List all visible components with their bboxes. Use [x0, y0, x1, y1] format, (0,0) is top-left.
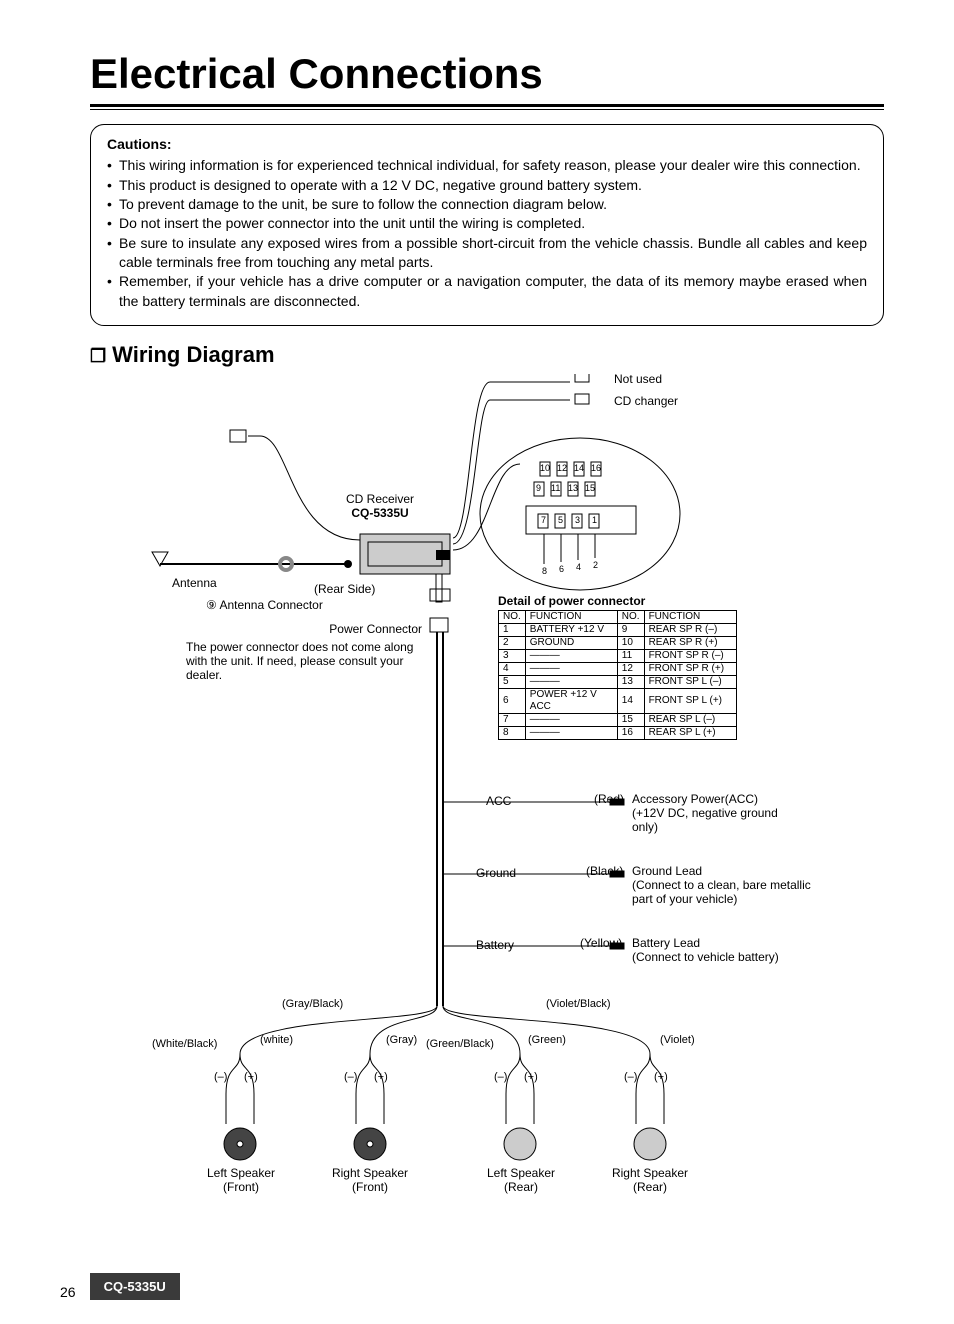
- color-gray: (Gray): [386, 1034, 417, 1046]
- power-connector-note: The power connector does not come along …: [186, 640, 420, 682]
- model-tag: CQ-5335U: [90, 1273, 180, 1300]
- svg-text:11: 11: [551, 483, 560, 493]
- page-title: Electrical Connections: [90, 50, 884, 98]
- not-used-label: Not used: [614, 372, 662, 386]
- svg-text:5: 5: [558, 515, 563, 525]
- caution-item: Remember, if your vehicle has a drive co…: [119, 272, 867, 311]
- color-white-black: (White/Black): [152, 1038, 217, 1050]
- caution-item: Do not insert the power connector into t…: [119, 214, 867, 233]
- wiring-svg: 10 12 14 16 9 11 13 15 7 5 3 1 8 6 4 2: [90, 374, 890, 1194]
- acc-desc: Accessory Power(ACC)(+12V DC, negative g…: [632, 792, 802, 834]
- rear-side-label: (Rear Side): [314, 582, 375, 596]
- antenna-connector-label: ⑨ Antenna Connector: [206, 598, 323, 612]
- svg-text:9: 9: [536, 483, 541, 493]
- page-number: 26: [60, 1284, 76, 1300]
- svg-text:7: 7: [541, 515, 546, 525]
- cd-changer-label: CD changer: [614, 394, 678, 408]
- svg-text:(–): (–): [344, 1071, 357, 1083]
- speaker-rr: Right Speaker(Rear): [610, 1166, 690, 1194]
- caution-item: To prevent damage to the unit, be sure t…: [119, 195, 867, 214]
- detail-heading: Detail of power connector: [498, 594, 645, 608]
- caution-item: Be sure to insulate any exposed wires fr…: [119, 234, 867, 273]
- color-violet: (Violet): [660, 1034, 695, 1046]
- acc-color: (Red): [594, 792, 624, 806]
- section-title: Wiring Diagram: [90, 342, 884, 368]
- caution-item: This product is designed to operate with…: [119, 176, 867, 195]
- ground-color: (Black): [586, 864, 623, 878]
- svg-text:3: 3: [575, 515, 580, 525]
- speaker-fr: Right Speaker(Front): [330, 1166, 410, 1194]
- cautions-list: •This wiring information is for experien…: [107, 156, 867, 311]
- svg-text:16: 16: [591, 463, 601, 473]
- detail-table: NO.FUNCTION NO.FUNCTION 1BATTERY +12 V9R…: [498, 610, 737, 740]
- svg-text:(–): (–): [624, 1071, 637, 1083]
- wiring-diagram: 10 12 14 16 9 11 13 15 7 5 3 1 8 6 4 2: [90, 374, 884, 1194]
- color-green-black: (Green/Black): [426, 1038, 494, 1050]
- speaker-rl: Left Speaker(Rear): [486, 1166, 556, 1194]
- svg-text:1: 1: [592, 515, 597, 525]
- color-white: (white): [260, 1034, 293, 1046]
- rule-thick: [90, 104, 884, 107]
- battery-color: (Yellow): [580, 936, 622, 950]
- battery-desc: Battery Lead(Connect to vehicle battery): [632, 936, 822, 964]
- footer: 26 CQ-5335U: [60, 1273, 180, 1300]
- ground-desc: Ground Lead(Connect to a clean, bare met…: [632, 864, 832, 906]
- color-gray-black: (Gray/Black): [282, 998, 343, 1010]
- svg-text:(+): (+): [524, 1071, 538, 1083]
- battery-label: Battery: [476, 938, 514, 952]
- acc-label: ACC: [486, 794, 511, 808]
- svg-text:(+): (+): [654, 1071, 668, 1083]
- cautions-box: Cautions: •This wiring information is fo…: [90, 124, 884, 326]
- svg-text:15: 15: [585, 483, 595, 493]
- svg-text:(+): (+): [244, 1071, 258, 1083]
- color-green: (Green): [528, 1034, 566, 1046]
- ground-label: Ground: [476, 866, 516, 880]
- rule-thin: [90, 109, 884, 110]
- svg-text:2: 2: [593, 560, 598, 570]
- caution-item: This wiring information is for experienc…: [119, 156, 867, 175]
- svg-text:13: 13: [568, 483, 578, 493]
- svg-text:10: 10: [540, 463, 550, 473]
- svg-text:4: 4: [576, 562, 581, 572]
- svg-text:12: 12: [557, 463, 567, 473]
- speaker-fl: Left Speaker(Front): [206, 1166, 276, 1194]
- svg-text:6: 6: [559, 564, 564, 574]
- svg-text:8: 8: [542, 566, 547, 576]
- svg-text:(–): (–): [494, 1071, 507, 1083]
- svg-text:(–): (–): [214, 1071, 227, 1083]
- power-connector-label: Power Connector: [312, 622, 422, 636]
- cautions-heading: Cautions:: [107, 135, 867, 154]
- color-violet-black: (Violet/Black): [546, 998, 611, 1010]
- svg-text:(+): (+): [374, 1071, 388, 1083]
- cd-receiver-label: CD Receiver CQ-5335U: [346, 492, 414, 521]
- antenna-label: Antenna: [172, 576, 217, 590]
- svg-text:14: 14: [574, 463, 584, 473]
